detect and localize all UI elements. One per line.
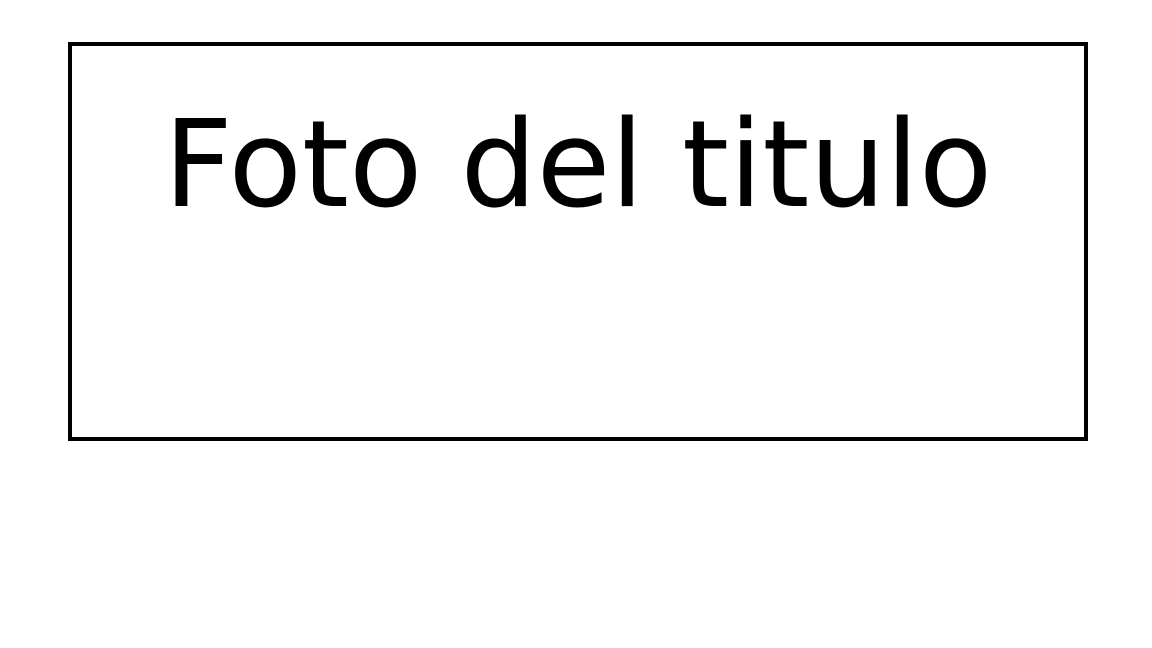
title-frame[interactable]: Foto del titulo xyxy=(68,42,1088,441)
slide-title: Foto del titulo xyxy=(163,96,993,235)
slide: Foto del titulo xyxy=(0,0,1152,648)
